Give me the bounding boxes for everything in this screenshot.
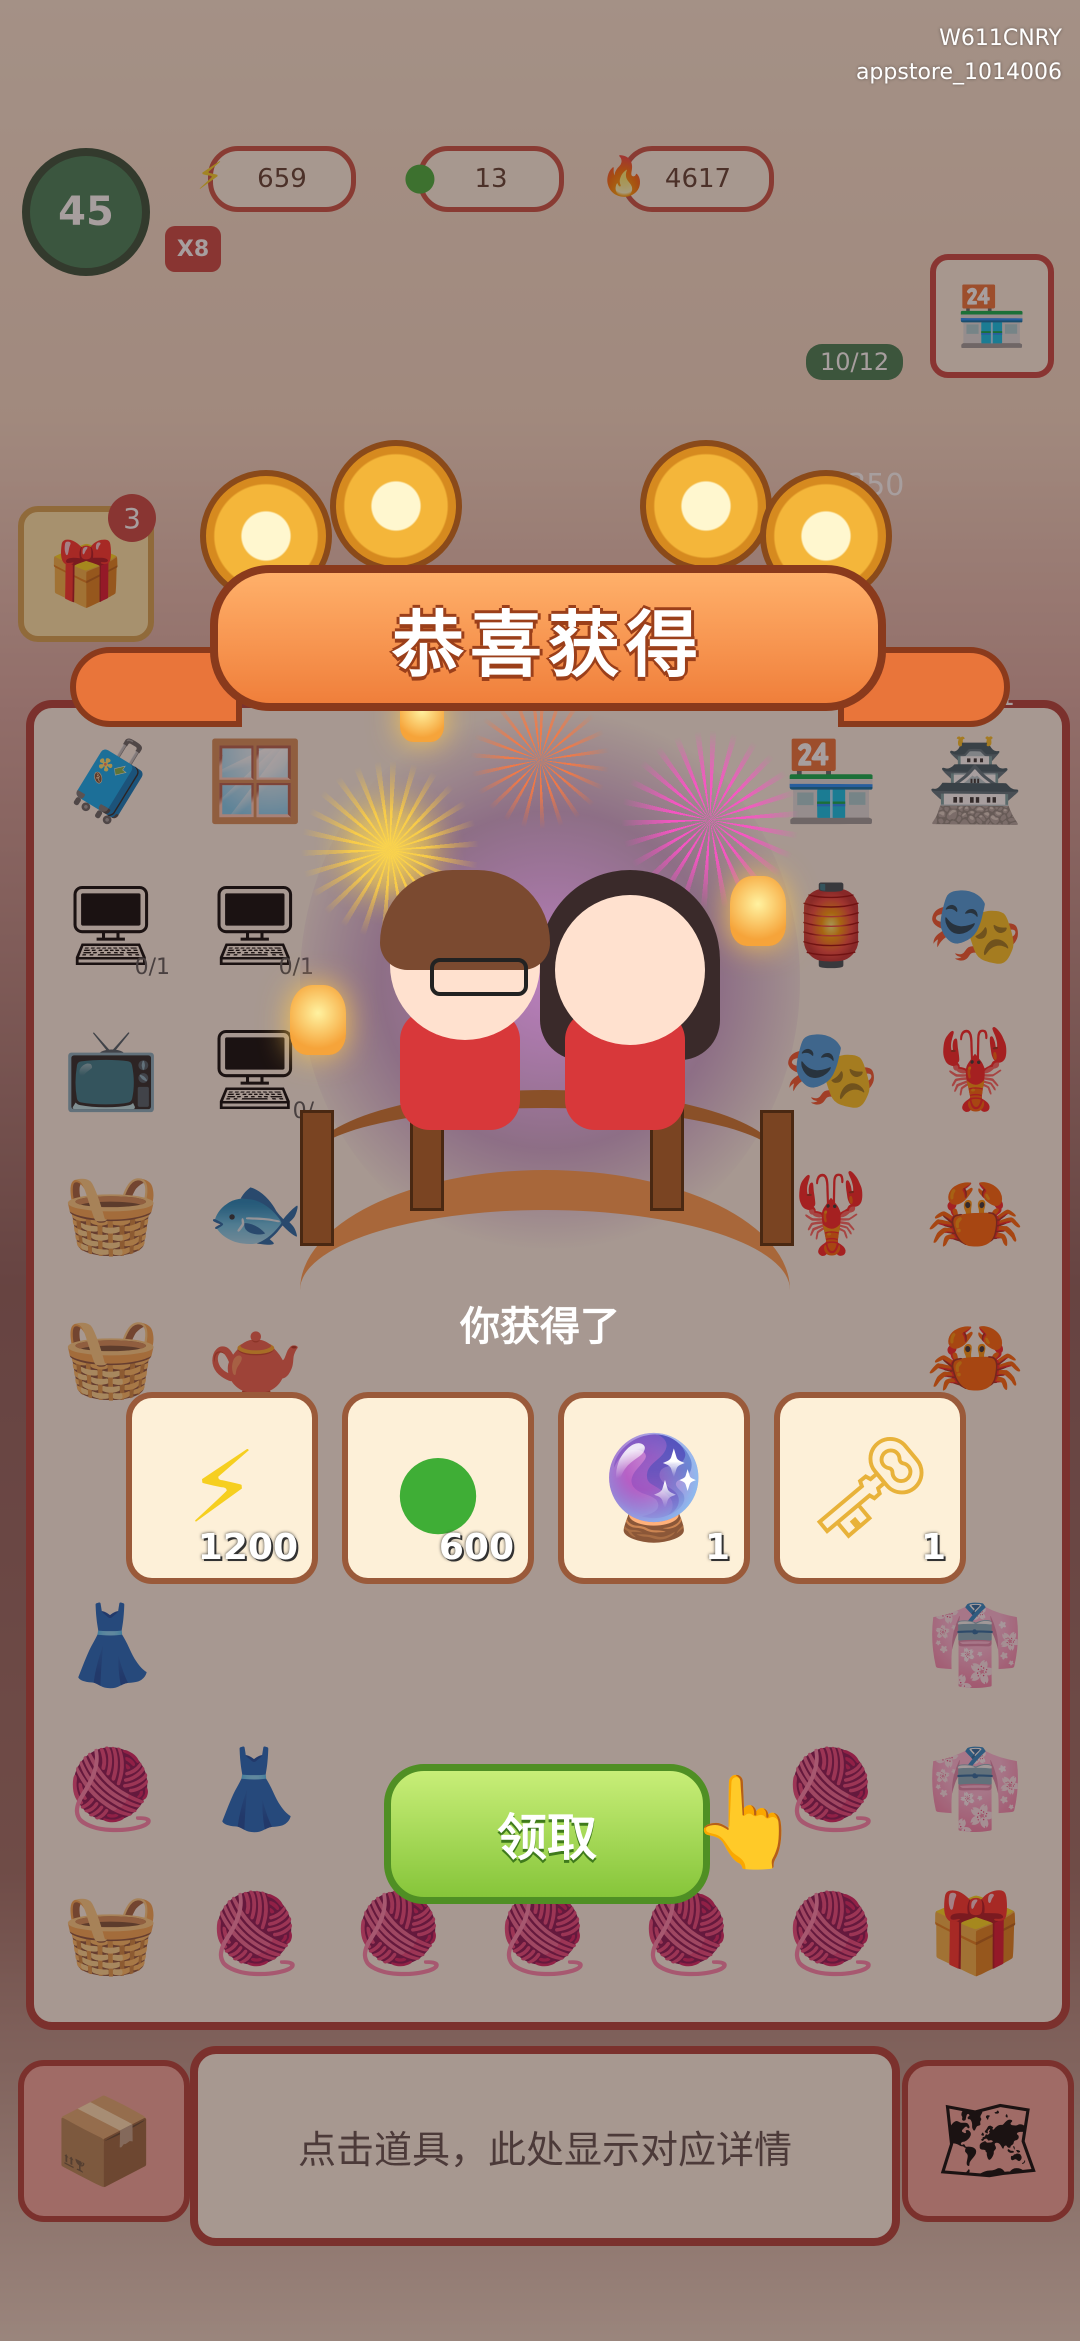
map-button[interactable]: 🗺: [902, 2060, 1074, 2222]
bridge-post: [760, 1110, 794, 1246]
board-cell[interactable]: 🖥 0/1: [42, 862, 180, 990]
board-item-icon: 📺: [62, 1024, 160, 1115]
board-cell[interactable]: 👘: [906, 1582, 1044, 1710]
board-cell[interactable]: 🧺: [42, 1870, 180, 1998]
reward-amount: 1: [704, 1527, 730, 1568]
board-cell[interactable]: [618, 1582, 756, 1710]
key-reward: 🗝 1: [774, 1392, 966, 1584]
item-detail-panel: 点击道具，此处显示对应详情: [190, 2046, 900, 2246]
build-info: W611CNRY appstore_1014006: [856, 22, 1062, 90]
board-item-icon: 👗: [62, 1600, 160, 1691]
pointing-hand-icon: 👆: [690, 1770, 803, 1875]
sky-lantern: [730, 876, 786, 946]
gift-count-badge: 3: [108, 494, 156, 542]
jade-value: 13: [474, 164, 508, 194]
jade-reward: ● 600: [342, 1392, 534, 1584]
shop-icon: 🏪: [955, 281, 1029, 350]
trumpet-icon: [640, 440, 772, 572]
board-cell[interactable]: 📺: [42, 1006, 180, 1134]
board-cell[interactable]: 🧶: [762, 1870, 900, 1998]
board-item-icon: 🦀: [926, 1168, 1024, 1259]
customer-queue: 10/12: [806, 344, 904, 380]
board-item-icon: 🧶: [782, 1888, 880, 1979]
flame-counter[interactable]: 🔥 4617: [600, 146, 774, 212]
board-cell[interactable]: [762, 1582, 900, 1710]
map-icon: 🗺: [937, 2094, 1039, 2187]
board-cell[interactable]: 🎭: [906, 862, 1044, 990]
board-item-icon: 🧺: [62, 1888, 160, 1979]
board-item-icon: 🧶: [206, 1888, 304, 1979]
woman-head: [555, 895, 705, 1045]
board-item-icon: 🎭: [926, 880, 1024, 971]
ribbon: 恭喜获得: [210, 565, 886, 711]
flame-value: 4617: [664, 164, 732, 194]
box-icon: 📦: [51, 2091, 157, 2190]
couple-characters: [370, 870, 720, 1170]
storage-box-button[interactable]: 📦: [18, 2060, 190, 2222]
board-cell[interactable]: 👘: [906, 1726, 1044, 1854]
reward-amount: 1: [920, 1527, 946, 1568]
board-item-icon: 🪟: [206, 736, 304, 827]
popup-title: 恭喜获得: [391, 602, 704, 687]
board-cell[interactable]: 🧳: [42, 718, 180, 846]
jade-icon: ●: [394, 1429, 482, 1546]
trumpet-icon: [330, 440, 462, 572]
board-item-icon: 🎁: [926, 1888, 1024, 1979]
board-cell[interactable]: 🧺: [42, 1150, 180, 1278]
claim-button[interactable]: 领取: [384, 1764, 710, 1904]
level-number: 45: [58, 189, 114, 235]
board-item-icon: 👗: [206, 1744, 304, 1835]
key-icon: 🗝: [806, 1429, 934, 1546]
mirror-icon: 🔮: [591, 1429, 717, 1546]
jade-coin-icon: ●: [403, 154, 437, 198]
board-cell[interactable]: [474, 1582, 612, 1710]
build-id: W611CNRY: [939, 26, 1062, 51]
energy-icon: ⚡: [186, 1429, 258, 1546]
board-item-icon: 🧶: [62, 1744, 160, 1835]
board-item-icon: 🧳: [62, 736, 160, 827]
reward-subtitle: 你获得了: [460, 1304, 620, 1350]
board-cell[interactable]: 🦀: [906, 1150, 1044, 1278]
board-item-icon: 🧺: [62, 1168, 160, 1259]
board-item-icon: 🦞: [926, 1024, 1024, 1115]
board-item-icon: 🐟: [206, 1168, 304, 1259]
board-item-icon: 👘: [926, 1744, 1024, 1835]
board-cell[interactable]: 🧶: [42, 1726, 180, 1854]
board-item-icon: 🦞: [782, 1168, 880, 1259]
reward-amount: 1200: [197, 1527, 298, 1568]
energy-value: 659: [257, 164, 307, 194]
board-cell[interactable]: 🎁: [906, 1870, 1044, 1998]
board-cell[interactable]: 👗: [42, 1582, 180, 1710]
shop-button[interactable]: 🏪: [930, 254, 1054, 378]
board-cell[interactable]: 🧶: [186, 1870, 324, 1998]
detail-hint: 点击道具，此处显示对应详情: [297, 2127, 792, 2172]
board-cell[interactable]: 👗: [186, 1726, 324, 1854]
channel-id: appstore_1014006: [855, 60, 1062, 85]
sky-lantern: [290, 985, 346, 1055]
reward-amount: 600: [438, 1527, 514, 1568]
item-progress: 0/1: [134, 955, 170, 980]
congrats-banner: 恭喜获得: [70, 555, 1010, 727]
board-cell[interactable]: 🏯: [906, 718, 1044, 846]
jade-counter[interactable]: ● 13: [403, 146, 564, 212]
board-cell[interactable]: 🦞: [906, 1006, 1044, 1134]
man-hair: [380, 870, 550, 970]
board-cell[interactable]: [330, 1582, 468, 1710]
flame-icon: 🔥: [600, 153, 648, 198]
board-item-icon: 👘: [926, 1600, 1024, 1691]
board-cell[interactable]: [186, 1582, 324, 1710]
bridge-post: [300, 1110, 334, 1246]
board-item-icon: 🏯: [926, 736, 1024, 827]
energy-reward: ⚡ 1200: [126, 1392, 318, 1584]
energy-multiplier-button[interactable]: X8: [165, 226, 221, 272]
energy-counter[interactable]: ⚡ 659: [197, 146, 356, 212]
mirror-reward: 🔮 1: [558, 1392, 750, 1584]
level-badge[interactable]: 45: [22, 148, 150, 276]
lightning-icon: ⚡: [196, 154, 224, 198]
glasses-icon: [430, 958, 528, 996]
board-item-icon: 🎭: [782, 1024, 880, 1115]
